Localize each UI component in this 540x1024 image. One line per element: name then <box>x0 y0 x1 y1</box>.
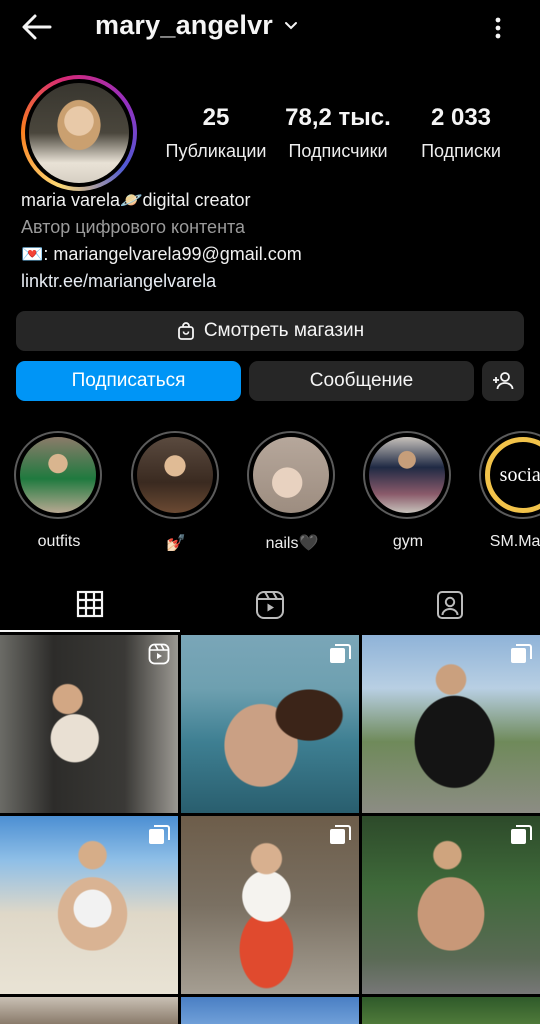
carousel-icon <box>149 825 170 844</box>
post-thumbnail[interactable] <box>362 997 540 1024</box>
tab-posts[interactable] <box>0 578 180 632</box>
highlight-cover <box>137 437 213 513</box>
view-shop-button[interactable]: Смотреть магазин <box>16 311 524 351</box>
highlight-cover <box>369 437 445 513</box>
tab-reels[interactable] <box>180 578 360 632</box>
post-thumbnail[interactable] <box>0 997 178 1024</box>
add-person-icon <box>493 372 514 390</box>
top-bar: mary_angelvr <box>0 0 540 56</box>
post-thumbnail[interactable] <box>0 816 178 994</box>
highlight-cover <box>20 437 96 513</box>
bio-link[interactable]: linktr.ee/mariangelvarela <box>21 271 216 292</box>
highlight-label: gym <box>392 533 424 550</box>
followers-count[interactable]: 78,2 тыс. Подписчики <box>279 104 397 162</box>
highlight-label: SM.Mana <box>489 533 540 550</box>
post-thumbnail[interactable] <box>362 635 540 813</box>
profile-username[interactable]: mary_angelvr <box>95 10 273 41</box>
posts-count: 25 Публикации <box>158 104 274 162</box>
post-thumbnail[interactable] <box>362 816 540 994</box>
highlight-label: 💅🏻 <box>166 535 186 552</box>
message-label: Сообщение <box>309 370 414 391</box>
followers-count-value: 78,2 тыс. <box>285 104 391 131</box>
bio-category: Автор цифрового контента <box>21 217 246 237</box>
carousel-icon <box>511 825 532 844</box>
highlight-cover: social <box>485 437 540 513</box>
highlight-sm-management[interactable]: social SM.Mana <box>479 431 540 551</box>
shopping-bag-icon <box>177 322 194 340</box>
tagged-person-icon <box>437 591 463 619</box>
following-count-value: 2 033 <box>430 104 492 131</box>
carousel-icon <box>330 825 351 844</box>
avatar <box>29 83 129 183</box>
posts-count-value: 25 <box>202 104 230 131</box>
followers-count-label: Подписчики <box>288 141 388 161</box>
carousel-icon <box>511 644 532 663</box>
more-vertical-icon[interactable] <box>488 14 508 42</box>
post-thumbnail[interactable] <box>181 997 359 1024</box>
carousel-icon <box>330 644 351 663</box>
highlight-gym[interactable]: gym <box>363 431 453 551</box>
bio-email: 💌: mariangelvarela99@gmail.com <box>21 244 302 264</box>
view-shop-label: Смотреть магазин <box>203 320 365 341</box>
highlight-cover <box>253 437 329 513</box>
tab-tagged[interactable] <box>360 578 540 632</box>
highlight-outfits[interactable]: outfits <box>14 431 104 551</box>
reels-icon <box>256 591 284 619</box>
avatar-story-ring[interactable] <box>21 75 137 191</box>
post-thumbnail[interactable] <box>0 635 178 813</box>
following-count[interactable]: 2 033 Подписки <box>410 104 512 162</box>
highlight-label: outfits <box>37 533 81 550</box>
post-thumbnail[interactable] <box>181 816 359 994</box>
highlight-label: nails🖤 <box>265 535 319 552</box>
post-thumbnail[interactable] <box>181 635 359 813</box>
suggest-users-button[interactable] <box>482 361 524 401</box>
highlight-cover-text: social <box>499 463 540 486</box>
grid-icon <box>76 590 104 618</box>
arrow-left-icon[interactable] <box>20 12 54 42</box>
following-count-label: Подписки <box>421 141 501 161</box>
reel-icon <box>148 643 170 665</box>
follow-button[interactable]: Подписаться <box>16 361 241 401</box>
chevron-down-icon[interactable] <box>283 18 299 34</box>
profile-tabs <box>0 578 540 632</box>
bio-name-line: maria varela🪐digital creator <box>21 190 251 210</box>
highlight-nails[interactable]: nails🖤 <box>247 431 337 553</box>
message-button[interactable]: Сообщение <box>249 361 474 401</box>
follow-label: Подписаться <box>71 370 186 391</box>
highlight-nail-polish[interactable]: 💅🏻 <box>131 431 221 553</box>
posts-count-label: Публикации <box>165 141 267 161</box>
